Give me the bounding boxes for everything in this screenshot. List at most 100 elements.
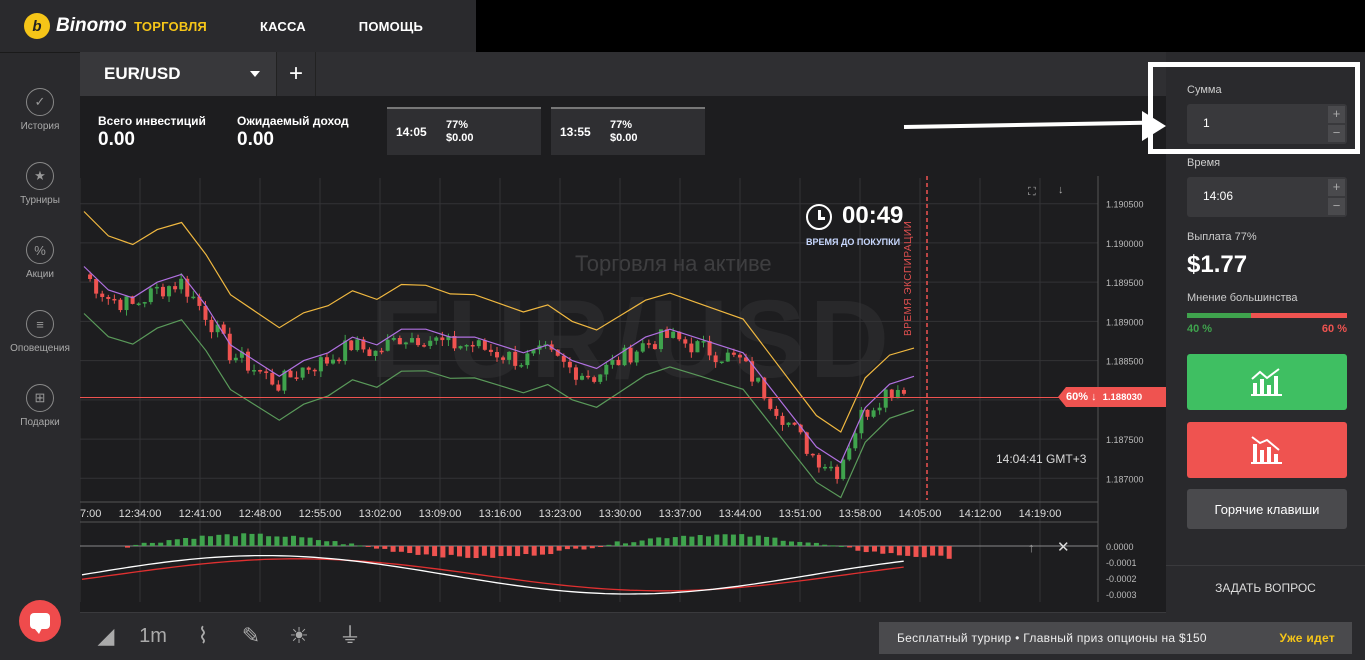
osc-histogram-bar — [863, 546, 869, 553]
candle-body — [573, 367, 578, 380]
osc-histogram-bar — [191, 538, 197, 546]
candle-body — [671, 331, 676, 338]
osc-histogram-bar — [573, 546, 579, 549]
add-asset-button[interactable]: + — [276, 52, 316, 96]
candle-body — [768, 398, 773, 409]
candle-body — [877, 407, 882, 411]
candle-body — [245, 351, 250, 371]
candle-body — [586, 375, 591, 378]
osc-histogram-bar — [349, 543, 355, 546]
sidebar-item-notifications[interactable]: ≡ Оповещения — [0, 310, 80, 354]
candle-body — [853, 433, 858, 449]
time-plus-button[interactable]: + — [1328, 179, 1345, 196]
sidebar-item-tournaments[interactable]: ★ Турниры — [0, 162, 80, 206]
candle-body — [355, 339, 360, 351]
buy-up-button[interactable] — [1187, 354, 1347, 410]
x-tick-label: 13:02:00 — [359, 508, 402, 520]
osc-histogram-bar — [830, 545, 836, 547]
osc-histogram-bar — [473, 546, 479, 559]
candle-body — [385, 339, 390, 351]
osc-histogram-bar — [589, 546, 595, 549]
candle-body — [725, 352, 730, 362]
candle-body — [142, 302, 147, 304]
arrow-down-icon[interactable]: ↓ — [1058, 184, 1064, 196]
candle-body — [403, 342, 408, 345]
x-tick-label: 14:12:00 — [959, 508, 1002, 520]
tournament-promo-banner[interactable]: Бесплатный турнир • Главный приз опционы… — [879, 622, 1352, 654]
candle-body — [695, 341, 700, 353]
osc-histogram-bar — [556, 546, 562, 551]
majority-opinion-label: Мнение большинства — [1187, 292, 1298, 304]
candle-body — [233, 357, 238, 361]
time-value[interactable]: 14:06 — [1203, 189, 1233, 203]
osc-histogram-bar — [822, 544, 828, 546]
nav-trading[interactable]: ТОРГОВЛЯ — [134, 19, 207, 34]
candle-body — [895, 389, 900, 399]
osc-histogram-bar — [241, 533, 247, 546]
candle-body — [409, 338, 414, 343]
osc-histogram-bar — [921, 546, 927, 558]
candle-body — [331, 359, 336, 364]
candle-body — [367, 349, 372, 356]
timer-label: ВРЕМЯ ДО ПОКУПКИ — [806, 237, 901, 247]
chart-area-icon[interactable]: ◢ — [93, 623, 119, 649]
osc-histogram-bar — [805, 542, 811, 546]
candle-body — [731, 352, 736, 355]
chat-button[interactable] — [19, 600, 61, 642]
sidebar-item-promotions[interactable]: % Акции — [0, 236, 80, 280]
theme-icon[interactable]: ☀ — [286, 623, 312, 649]
time-stepper[interactable]: 14:06 + − — [1187, 177, 1347, 217]
sidebar-item-history[interactable]: ✓ История — [0, 88, 80, 132]
nav-help[interactable]: ПОМОЩЬ — [359, 19, 423, 34]
osc-histogram-bar — [888, 546, 894, 554]
deal-card[interactable]: 14:05 77% $0.00 — [387, 107, 541, 155]
osc-histogram-bar — [440, 546, 446, 558]
osc-histogram-bar — [432, 546, 438, 557]
ask-question-link[interactable]: ЗАДАТЬ ВОПРОС — [1166, 565, 1365, 609]
candle-body — [458, 346, 463, 349]
x-tick-label: 13:58:00 — [839, 508, 882, 520]
arrow-up-icon[interactable]: ↑ — [1028, 540, 1035, 555]
candle-body — [288, 370, 293, 378]
chart-area[interactable]: Торговля на активе EUR/USD 1.190500 1.190… — [80, 96, 1166, 612]
deal-card[interactable]: 13:55 77% $0.00 — [551, 107, 705, 155]
osc-histogram-bar — [548, 546, 554, 555]
time-minus-button[interactable]: − — [1328, 198, 1345, 215]
candle-body — [464, 345, 469, 347]
asset-tab-bar: EUR/USD + — [80, 52, 1166, 96]
osc-histogram-bar — [282, 536, 288, 546]
osc-histogram-bar — [747, 536, 753, 546]
osc-histogram-bar — [423, 546, 429, 555]
y-tick-label: 1.188500 — [1106, 357, 1144, 367]
candle-body — [737, 354, 742, 358]
candle-body — [106, 296, 111, 299]
candle-body — [179, 278, 184, 290]
total-investment-label: Всего инвестиций — [98, 114, 206, 128]
osc-histogram-bar — [797, 541, 803, 546]
timeframe-button[interactable]: 1m — [136, 623, 170, 649]
binomo-logo[interactable]: b Binomo — [24, 13, 134, 39]
asset-selector[interactable]: EUR/USD — [80, 52, 276, 96]
hotkeys-button[interactable]: Горячие клавиши — [1187, 489, 1347, 529]
osc-histogram-bar — [506, 546, 512, 556]
close-icon[interactable]: ✕ — [1057, 538, 1070, 556]
trend-down-icon — [1251, 436, 1282, 464]
nav-cashier[interactable]: КАССА — [260, 19, 306, 34]
candle-body — [482, 340, 487, 350]
x-tick-label: 13:51:00 — [779, 508, 822, 520]
osc-histogram-bar — [266, 536, 272, 546]
sell-down-button[interactable] — [1187, 422, 1347, 478]
candle-body — [294, 377, 299, 379]
osc-histogram-bar — [324, 541, 330, 546]
osc-tick-label: -0.0002 — [1106, 574, 1137, 584]
sidebar-item-gifts[interactable]: ⊞ Подарки — [0, 384, 80, 428]
osc-histogram-bar — [183, 537, 189, 546]
plug-icon[interactable]: ⏚ — [337, 623, 363, 649]
osc-histogram-bar — [714, 534, 720, 546]
drawing-tools-icon[interactable]: ✎ — [238, 623, 264, 649]
osc-histogram-bar — [398, 546, 404, 552]
indicators-icon[interactable]: ⌇ — [190, 623, 216, 649]
candle-body — [397, 338, 402, 345]
fullscreen-icon[interactable]: ⛶ — [1028, 186, 1036, 199]
candle-body — [118, 299, 123, 311]
